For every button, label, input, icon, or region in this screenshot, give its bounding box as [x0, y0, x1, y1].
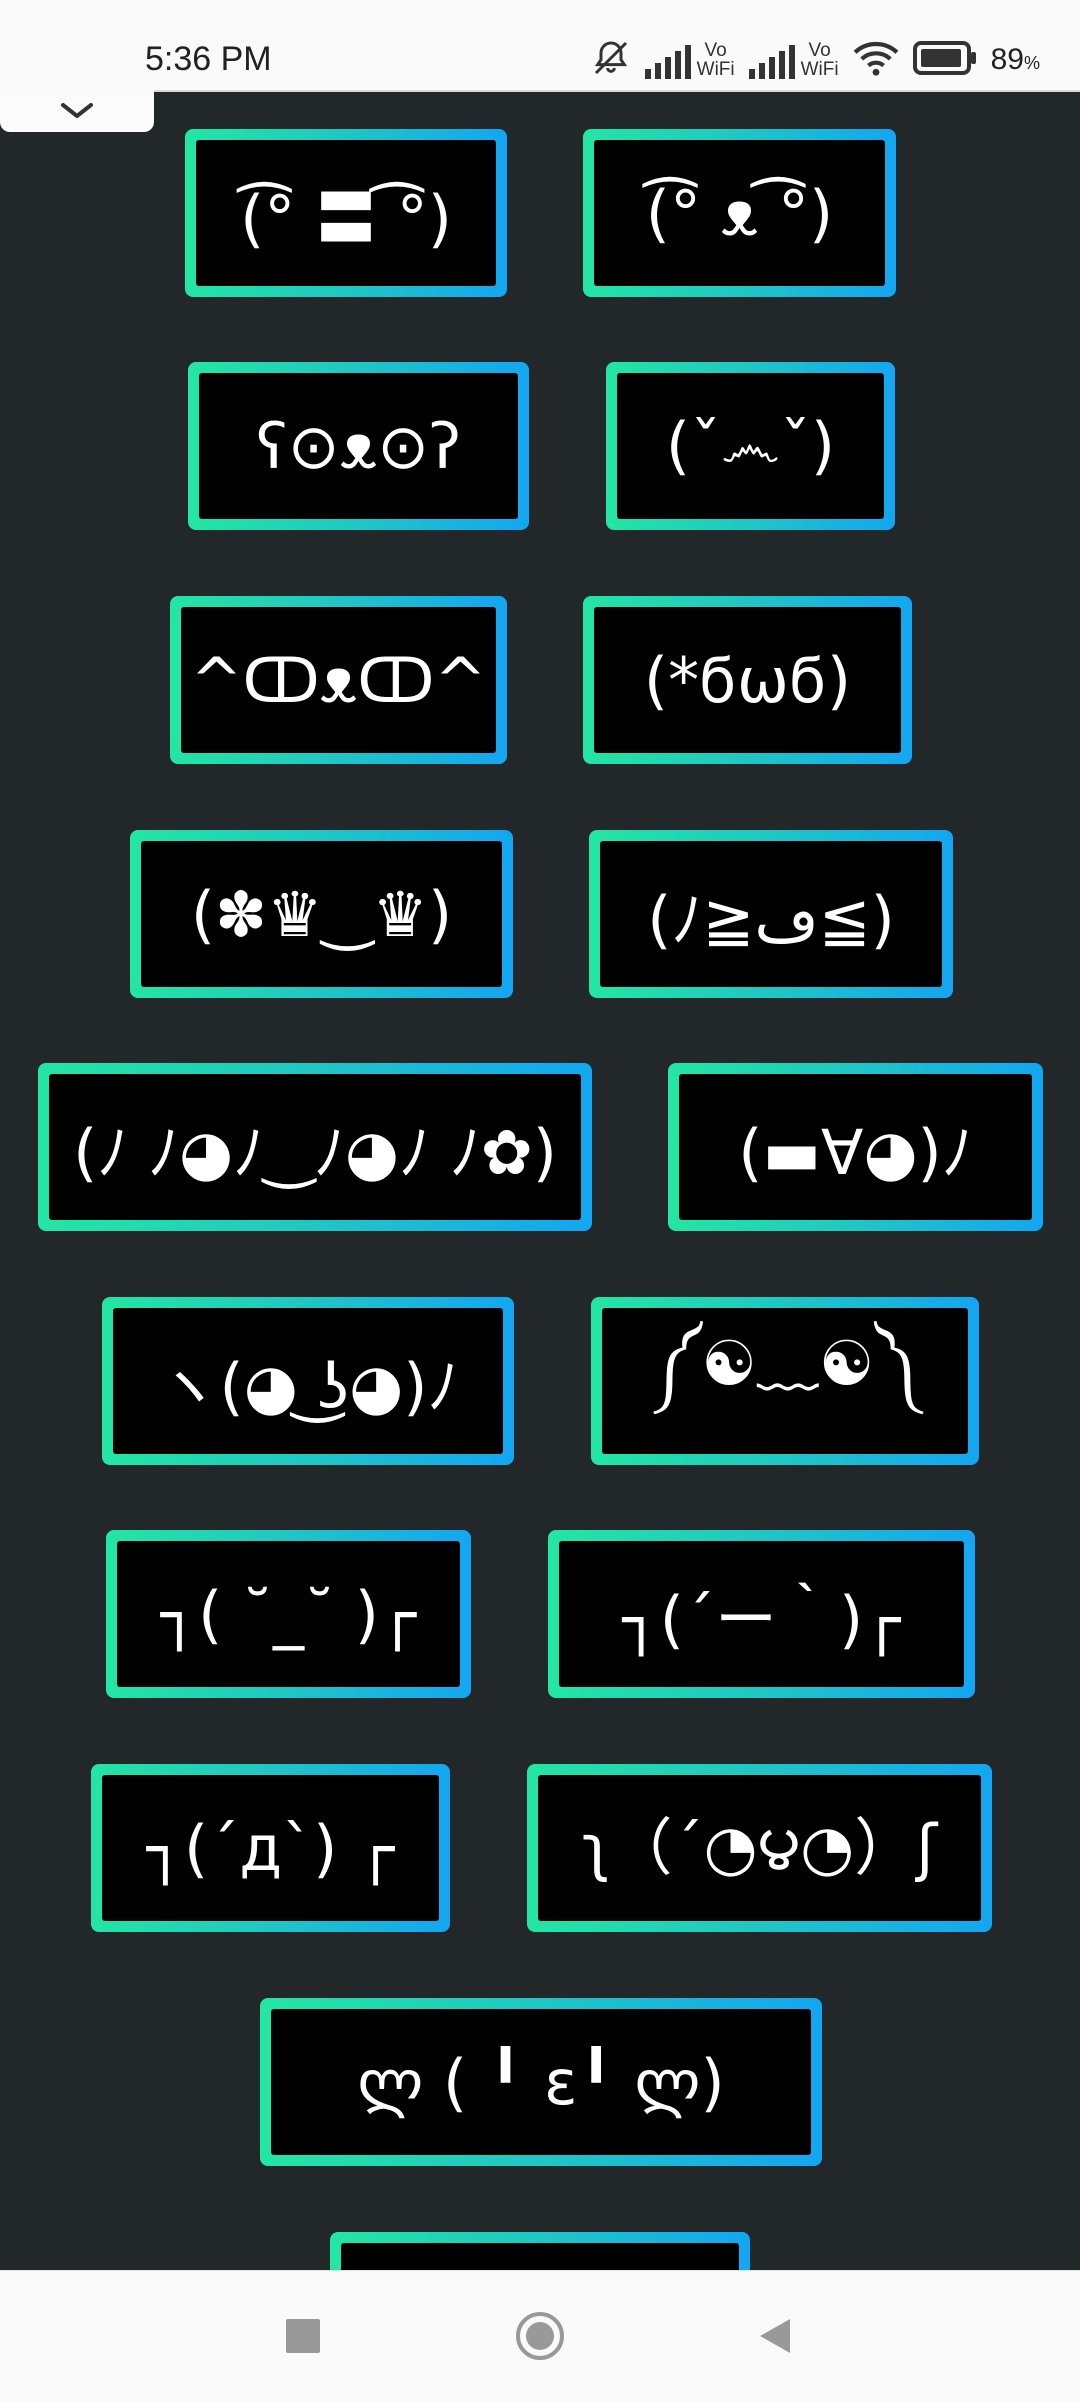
emoticon-card[interactable]: (ﾉ ﾉ◕ﾉ‿ﾉ◕ﾉ ﾉ✿) — [38, 1063, 592, 1231]
emoticon-text: (✽♛‿♛) — [141, 841, 502, 987]
emoticon-card[interactable]: ʕ⊙ᴥ⊙ʔ — [188, 362, 529, 530]
emoticon-card[interactable]: (✽♛‿♛) — [130, 830, 513, 998]
triangle-back-icon — [760, 2319, 790, 2353]
emoticon-text: (ˇ෴ˇ) — [617, 373, 884, 519]
emoticon-text: ʅ（´◔౪◔）ʃ — [538, 1775, 981, 1921]
home-button[interactable] — [470, 2271, 610, 2401]
signal-bars-icon — [644, 45, 691, 79]
emoticon-card[interactable]: (*ϭωϭ) — [583, 596, 912, 764]
back-button[interactable] — [705, 2271, 845, 2401]
emoticon-text: ʕ⊙ᴥ⊙ʔ — [199, 373, 518, 519]
emoticon-card[interactable]: (͡° ᴥ ͡°) — [583, 129, 896, 297]
emoticon-text: (͡° ᴥ ͡°) — [594, 140, 885, 286]
emoticon-card[interactable]: ʅ（´◔౪◔）ʃ — [527, 1764, 992, 1932]
emoticon-card[interactable]: ^ↀᴥↀ^ — [170, 596, 507, 764]
bell-muted-icon — [591, 38, 631, 82]
battery-percent: 89% — [990, 43, 1040, 76]
emoticon-text: ლ ( ╹ ε╹ ლ) — [271, 2009, 811, 2155]
signal-bars-icon — [748, 45, 795, 79]
emoticon-text: ༼☯﹏☯༽ — [602, 1308, 968, 1454]
chevron-down-icon — [61, 103, 93, 118]
emoticon-card[interactable]: ┐(´д`) ┌ — [91, 1764, 450, 1932]
emoticon-text — [341, 2243, 739, 2272]
emoticon-card[interactable]: (▬∀◕)ﾉ — [668, 1063, 1043, 1231]
emoticon-text: (*ϭωϭ) — [594, 607, 901, 753]
emoticon-card[interactable]: ┐(´ー｀)┌ — [548, 1530, 975, 1698]
collapse-handle[interactable] — [0, 90, 154, 132]
emoticon-text: ヽ(◕ ͜ʖ◕)ﾉ — [113, 1308, 503, 1454]
emoticon-text: (▬∀◕)ﾉ — [679, 1074, 1032, 1220]
status-bar: 5:36 PM Vo WiFi Vo WiFi 89% — [0, 0, 1080, 92]
emoticon-text: (ﾉ≧ڡ≦) — [600, 841, 942, 987]
recents-button[interactable] — [233, 2271, 373, 2401]
navigation-bar — [0, 2270, 1080, 2401]
emoticon-text: ┐( ˘_˘ )┌ — [117, 1541, 460, 1687]
emoticon-card[interactable]: (ˇ෴ˇ) — [606, 362, 895, 530]
emoticon-card[interactable]: (͡° 〓 ͡°) — [185, 129, 507, 297]
wifi-icon — [853, 39, 899, 81]
emoticon-text: (ﾉ ﾉ◕ﾉ‿ﾉ◕ﾉ ﾉ✿) — [49, 1074, 581, 1220]
emoticon-card[interactable]: ┐( ˘_˘ )┌ — [106, 1530, 471, 1698]
emoticon-card-partial[interactable] — [330, 2232, 750, 2272]
emoticon-text: ┐(´д`) ┌ — [102, 1775, 439, 1921]
signal-vowifi-1: Vo WiFi — [644, 40, 735, 80]
emoticon-card[interactable]: ヽ(◕ ͜ʖ◕)ﾉ — [102, 1297, 514, 1465]
emoticon-text: ┐(´ー｀)┌ — [559, 1541, 964, 1687]
vowifi-label: Vo WiFi — [696, 40, 735, 80]
emoticon-card[interactable]: ლ ( ╹ ε╹ ლ) — [260, 1998, 822, 2166]
signal-vowifi-2: Vo WiFi — [748, 40, 839, 80]
battery-icon — [912, 41, 977, 79]
status-time: 5:36 PM — [145, 40, 272, 78]
emoticon-card[interactable]: ༼☯﹏☯༽ — [591, 1297, 979, 1465]
emoticon-text: ^ↀᴥↀ^ — [181, 607, 496, 753]
emoticon-card[interactable]: (ﾉ≧ڡ≦) — [589, 830, 953, 998]
square-icon — [286, 2319, 320, 2353]
circle-icon — [516, 2312, 564, 2360]
status-icons: Vo WiFi Vo WiFi 89% — [591, 32, 1040, 88]
emoticon-text: (͡° 〓 ͡°) — [196, 140, 496, 286]
vowifi-label: Vo WiFi — [800, 40, 839, 80]
